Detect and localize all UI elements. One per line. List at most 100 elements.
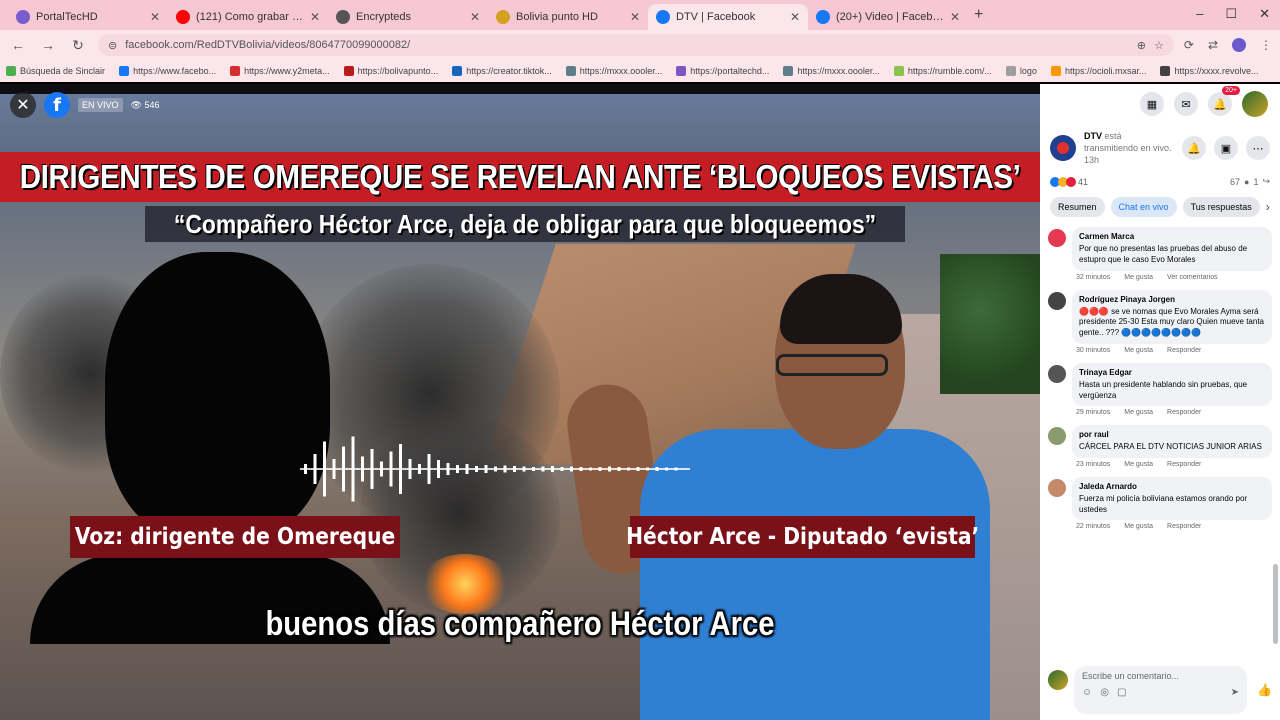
bookmark-item[interactable]: logo xyxy=(1005,66,1037,76)
profile-avatar[interactable] xyxy=(1232,38,1246,52)
tab-summary[interactable]: Resumen xyxy=(1050,197,1105,218)
share-count[interactable]: 1 xyxy=(1253,177,1258,187)
browser-tab[interactable]: Encrypteds ✕ xyxy=(328,4,488,30)
comment-time[interactable]: 23 minutos xyxy=(1076,461,1110,468)
commenter-avatar[interactable] xyxy=(1048,229,1066,248)
comment-reply-button[interactable]: Responder xyxy=(1167,409,1201,416)
close-video-icon[interactable]: ✕ xyxy=(10,92,36,118)
comment-reply-button[interactable]: Ver comentarios xyxy=(1167,274,1218,281)
messenger-icon[interactable]: ✉ xyxy=(1174,92,1198,116)
notifications-bell-icon[interactable]: 🔔 20+ xyxy=(1208,86,1240,116)
waveform-bar xyxy=(627,467,630,471)
close-window-icon[interactable]: ✕ xyxy=(1259,6,1270,22)
bookmark-item[interactable]: https://xxxx.revolve... xyxy=(1160,66,1259,76)
commenter-avatar[interactable] xyxy=(1048,291,1066,310)
comment-reply-button[interactable]: Responder xyxy=(1167,523,1201,530)
comment-time[interactable]: 30 minutos xyxy=(1076,347,1110,354)
comment-reply-button[interactable]: Responder xyxy=(1167,347,1201,354)
zoom-icon[interactable]: ⊕ xyxy=(1137,39,1146,52)
bookmark-star-icon[interactable]: ☆ xyxy=(1154,39,1164,52)
bookmark-item[interactable]: https://ocioli.mxsar... xyxy=(1050,66,1146,76)
extensions-icon[interactable]: ⟳ xyxy=(1184,38,1194,52)
reaction-count[interactable]: 41 xyxy=(1078,177,1088,187)
emoji-icon[interactable]: ☺ xyxy=(1082,687,1092,698)
camera-icon[interactable]: ◎ xyxy=(1100,687,1109,698)
reaction-icons[interactable] xyxy=(1050,176,1076,187)
bookmark-item[interactable]: https://bolivapunto... xyxy=(343,66,438,76)
tab-close-icon[interactable]: ✕ xyxy=(630,10,640,24)
save-icon[interactable]: ▣ xyxy=(1214,136,1238,161)
bookmark-item[interactable]: https://mxxx.oooler... xyxy=(783,66,880,76)
tab-close-icon[interactable]: ✕ xyxy=(310,10,320,24)
commenter-avatar[interactable] xyxy=(1048,478,1066,497)
bell-follow-icon[interactable]: 🔔 xyxy=(1182,136,1206,161)
bookmarks-bar: Búsqueda de Sinclair https://www.facebo..… xyxy=(0,60,1280,82)
commenter-name[interactable]: Carmen Marca xyxy=(1079,232,1265,243)
comment-reply-button[interactable]: Responder xyxy=(1167,461,1201,468)
tab-live-chat[interactable]: Chat en vivo xyxy=(1110,197,1177,218)
comment-item: Rodríguez Pinaya Jorgen 🔴🔴🔴 se ve nomas q… xyxy=(1048,289,1272,357)
browser-tab[interactable]: DTV | Facebook ✕ xyxy=(648,4,808,30)
video-player[interactable]: DIRIGENTES DE OMEREQUE SE REVELAN ANTE ‘… xyxy=(0,84,1040,720)
tab-close-icon[interactable]: ✕ xyxy=(950,10,960,24)
comment-like-button[interactable]: Me gusta xyxy=(1124,461,1153,468)
comment-like-button[interactable]: Me gusta xyxy=(1124,409,1153,416)
panel-scrollbar[interactable] xyxy=(1273,564,1278,644)
page-avatar[interactable] xyxy=(1050,135,1076,162)
menu-icon[interactable]: ⋮ xyxy=(1260,38,1272,52)
waveform-bar xyxy=(503,465,507,473)
thumbs-up-icon[interactable]: 👍 xyxy=(1257,683,1272,697)
address-bar[interactable]: ⊜ facebook.com/RedDTVBolivia/videos/8064… xyxy=(98,34,1174,56)
comment-bubble: Carmen Marca Por que no presentas las pru… xyxy=(1072,227,1272,271)
post-time[interactable]: 13h xyxy=(1084,155,1099,165)
bookmark-item[interactable]: https://www.facebo... xyxy=(119,66,216,76)
tab-close-icon[interactable]: ✕ xyxy=(150,10,160,24)
commenter-name[interactable]: Jaleda Arnardo xyxy=(1079,482,1265,493)
browser-tab[interactable]: PortalTecHD ✕ xyxy=(8,4,168,30)
bookmark-label: https://portaltechd... xyxy=(690,66,770,76)
comment-time[interactable]: 32 minutos xyxy=(1076,274,1110,281)
account-avatar[interactable] xyxy=(1242,91,1268,117)
gif-icon[interactable]: ▢ xyxy=(1117,687,1126,698)
more-options-icon[interactable]: ⋯ xyxy=(1246,136,1270,161)
bookmark-item[interactable]: https://www.y2meta... xyxy=(230,66,330,76)
commenter-name[interactable]: Trinaya Edgar xyxy=(1079,368,1265,379)
waveform-bar xyxy=(636,467,640,471)
minimize-icon[interactable]: – xyxy=(1196,6,1203,22)
facebook-logo-icon[interactable]: f xyxy=(44,92,70,118)
commenter-name[interactable]: por raul xyxy=(1079,430,1265,441)
forward-icon[interactable]: → xyxy=(38,37,58,53)
comment-count[interactable]: 67 xyxy=(1230,177,1240,187)
menu-grid-icon[interactable]: ▦ xyxy=(1140,92,1164,116)
bookmark-item[interactable]: https://rumble.com/... xyxy=(893,66,992,76)
back-icon[interactable]: ← xyxy=(8,37,28,53)
send-icon[interactable]: ➤ xyxy=(1231,687,1239,698)
comment-time[interactable]: 22 minutos xyxy=(1076,523,1110,530)
commenter-avatar[interactable] xyxy=(1048,365,1066,383)
maximize-icon[interactable]: ☐ xyxy=(1225,6,1237,22)
translate-icon[interactable]: ⇄ xyxy=(1208,38,1218,52)
site-info-icon[interactable]: ⊜ xyxy=(108,39,117,52)
tab-close-icon[interactable]: ✕ xyxy=(790,10,800,24)
comment-like-button[interactable]: Me gusta xyxy=(1124,347,1153,354)
waveform-bar xyxy=(361,456,364,482)
bookmark-item[interactable]: Búsqueda de Sinclair xyxy=(6,66,105,76)
browser-tab[interactable]: (20+) Video | Facebook ✕ xyxy=(808,4,968,30)
comment-like-button[interactable]: Me gusta xyxy=(1124,523,1153,530)
chevron-right-icon[interactable]: › xyxy=(1266,200,1270,214)
tab-close-icon[interactable]: ✕ xyxy=(470,10,480,24)
commenter-name[interactable]: Rodríguez Pinaya Jorgen xyxy=(1079,295,1265,306)
comment-input[interactable]: Escribe un comentario... ☺ ◎ ▢ ➤ xyxy=(1074,666,1248,714)
bookmark-item[interactable]: https://mxxx.oooler... xyxy=(565,66,662,76)
comment-like-button[interactable]: Me gusta xyxy=(1124,274,1153,281)
comment-time[interactable]: 29 minutos xyxy=(1076,409,1110,416)
tab-your-replies[interactable]: Tus respuestas xyxy=(1182,197,1260,218)
commenter-avatar[interactable] xyxy=(1048,427,1066,446)
page-name[interactable]: DTV xyxy=(1084,131,1102,141)
new-tab-button[interactable]: + xyxy=(974,6,983,24)
bookmark-item[interactable]: https://creator.tiktok... xyxy=(452,66,552,76)
browser-tab[interactable]: Bolivia punto HD ✕ xyxy=(488,4,648,30)
bookmark-item[interactable]: https://portaltechd... xyxy=(676,66,769,76)
reload-icon[interactable]: ↻ xyxy=(68,37,88,54)
browser-tab[interactable]: (121) Como grabar la pantalla ✕ xyxy=(168,4,328,30)
